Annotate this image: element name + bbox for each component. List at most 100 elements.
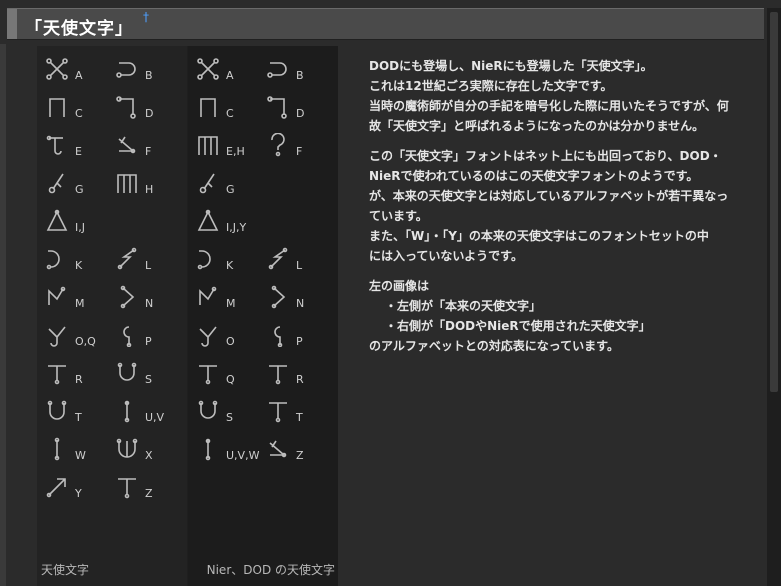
chevron-icon: [266, 285, 290, 309]
slash-circle-icon: [45, 171, 69, 195]
glyph-letter-label: E,H: [226, 144, 245, 158]
text-line: また、「W」・「Y」の本来の天使文字はこのフォントセットの中: [369, 229, 709, 243]
c-hook-icon: [45, 247, 69, 271]
glyph-cell: T: [45, 396, 82, 426]
y-curl-icon: [45, 323, 69, 347]
t-hook-icon: [45, 133, 69, 157]
hook-circle-icon: [266, 57, 290, 81]
bar-stem-icon: [45, 361, 69, 385]
original-angel-script-column: 天使文字 A B C D E F G H I,J K L M N O,Q P R S T U,V W X Y Z: [37, 46, 187, 586]
nier-dod-angel-script-column: Nier、DOD の天使文字 A B C D E,H F G I,J,Y K L M N O P Q R S T U…: [188, 46, 338, 586]
glyph-cell: M: [196, 282, 236, 312]
glyph-cell: U,V: [115, 396, 164, 426]
glyph-cell: P: [115, 320, 152, 350]
list-item: ・左側が「本来の天使文字」: [385, 299, 542, 313]
glyph-letter-label: P: [145, 334, 152, 348]
glyph-cell: B: [115, 54, 153, 84]
t-stem-icon: [266, 399, 290, 423]
glyph-letter-label: X: [145, 448, 153, 462]
cross-circles-icon: [196, 57, 220, 81]
glyph-letter-label: F: [145, 144, 152, 158]
c-hook-icon: [196, 247, 220, 271]
angel-script-chart-image: 天使文字 A B C D E F G H I,J K L M N O,Q P R S T U,V W X Y Z Nier、…: [37, 46, 338, 586]
hook-circle-icon: [115, 57, 139, 81]
glyph-cell: F: [266, 130, 302, 160]
glyph-letter-label: U,V: [145, 410, 165, 424]
scrollbar[interactable]: [767, 8, 781, 586]
glyph-letter-label: O,Q: [75, 334, 96, 348]
glyph-cell: H: [115, 168, 153, 198]
glyph-cell: O: [196, 320, 235, 350]
y-curl-icon: [196, 323, 220, 347]
glyph-letter-label: N: [145, 296, 154, 310]
glyph-cell: I,J,Y: [196, 206, 246, 236]
zigzag-icon: [196, 285, 220, 309]
text-line: のアルファベットとの対応表になっています。: [369, 339, 619, 353]
glyph-cell: A: [196, 54, 234, 84]
glyph-letter-label: D: [145, 106, 154, 120]
glyph-cell: K: [45, 244, 82, 274]
glyph-letter-label: M: [75, 296, 85, 310]
glyph-letter-label: L: [145, 258, 152, 272]
stem-icon: [196, 437, 220, 461]
glyph-cell: D: [266, 92, 304, 122]
glyph-letter-label: F: [296, 144, 303, 158]
glyph-cell: S: [115, 358, 152, 388]
glyph-letter-label: N: [296, 296, 305, 310]
glyph-letter-label: G: [226, 182, 235, 196]
glyph-cell: C: [196, 92, 234, 122]
glyph-letter-label: E: [75, 144, 82, 158]
slash-circle-icon: [196, 171, 220, 195]
glyph-cell: R: [45, 358, 83, 388]
double-gate-icon: [196, 133, 220, 157]
glyph-letter-label: T: [296, 410, 303, 424]
article-body: DODにも登場し、NieRにも登場した「天使文字」。 これは12世紀ごろ実際に存…: [369, 56, 761, 366]
glyph-cell: D: [115, 92, 153, 122]
squiggle-icon: [115, 247, 139, 271]
glyph-cell: U,V,W: [196, 434, 259, 464]
glyph-letter-label: U,V,W: [226, 448, 260, 462]
glyph-cell: S: [196, 396, 233, 426]
glyph-cell: G: [45, 168, 84, 198]
glyph-letter-label: B: [145, 68, 153, 82]
glyph-letter-label: B: [296, 68, 304, 82]
double-gate-icon: [115, 171, 139, 195]
page-title: 「天使文字」: [25, 19, 133, 39]
scrollbar-thumb[interactable]: [770, 12, 778, 392]
glyph-letter-label: T: [75, 410, 82, 424]
header-accent-bar: [7, 9, 17, 39]
glyph-cell: N: [115, 282, 153, 312]
gate-icon: [196, 95, 220, 119]
glyph-letter-label: L: [296, 258, 303, 272]
glyph-cell: Q: [196, 358, 235, 388]
paragraph-image-note: 左の画像は ・左側が「本来の天使文字」 ・右側が「DODやNieRで使用された天…: [369, 276, 761, 356]
dagger-link[interactable]: †: [143, 10, 149, 24]
glyph-letter-label: Z: [145, 486, 153, 500]
glyph-cell: F: [115, 130, 151, 160]
glyph-cell: L: [266, 244, 302, 274]
text-line: DODにも登場し、NieRにも登場した「天使文字」。: [369, 59, 653, 73]
glyph-cell: X: [115, 434, 153, 464]
glyph-letter-label: I,J,Y: [226, 220, 247, 234]
text-line: これは12世紀ごろ実際に存在した文字です。: [369, 79, 613, 93]
glyph-letter-label: Z: [296, 448, 304, 462]
glyph-letter-label: D: [296, 106, 305, 120]
glyph-letter-label: C: [75, 106, 83, 120]
arrow-icon: [45, 475, 69, 499]
stem-icon: [115, 399, 139, 423]
glyph-letter-label: C: [226, 106, 234, 120]
triangle-icon: [196, 209, 220, 233]
gate-icon: [45, 95, 69, 119]
bowl-icon: [196, 399, 220, 423]
text-line: には入っていないようです。: [369, 249, 523, 263]
glyph-cell: O,Q: [45, 320, 96, 350]
left-edge-stripe: [0, 44, 6, 586]
text-line: NieRで使われているのはこの天使文字フォントのようです。: [369, 169, 699, 183]
glyph-letter-label: O: [226, 334, 235, 348]
u-ring-icon: [45, 399, 69, 423]
glyph-cell: M: [45, 282, 85, 312]
glyph-cell: N: [266, 282, 304, 312]
diag-check-icon: [266, 437, 290, 461]
page-header: 「天使文字」 †: [7, 8, 764, 40]
zigzag-icon: [45, 285, 69, 309]
